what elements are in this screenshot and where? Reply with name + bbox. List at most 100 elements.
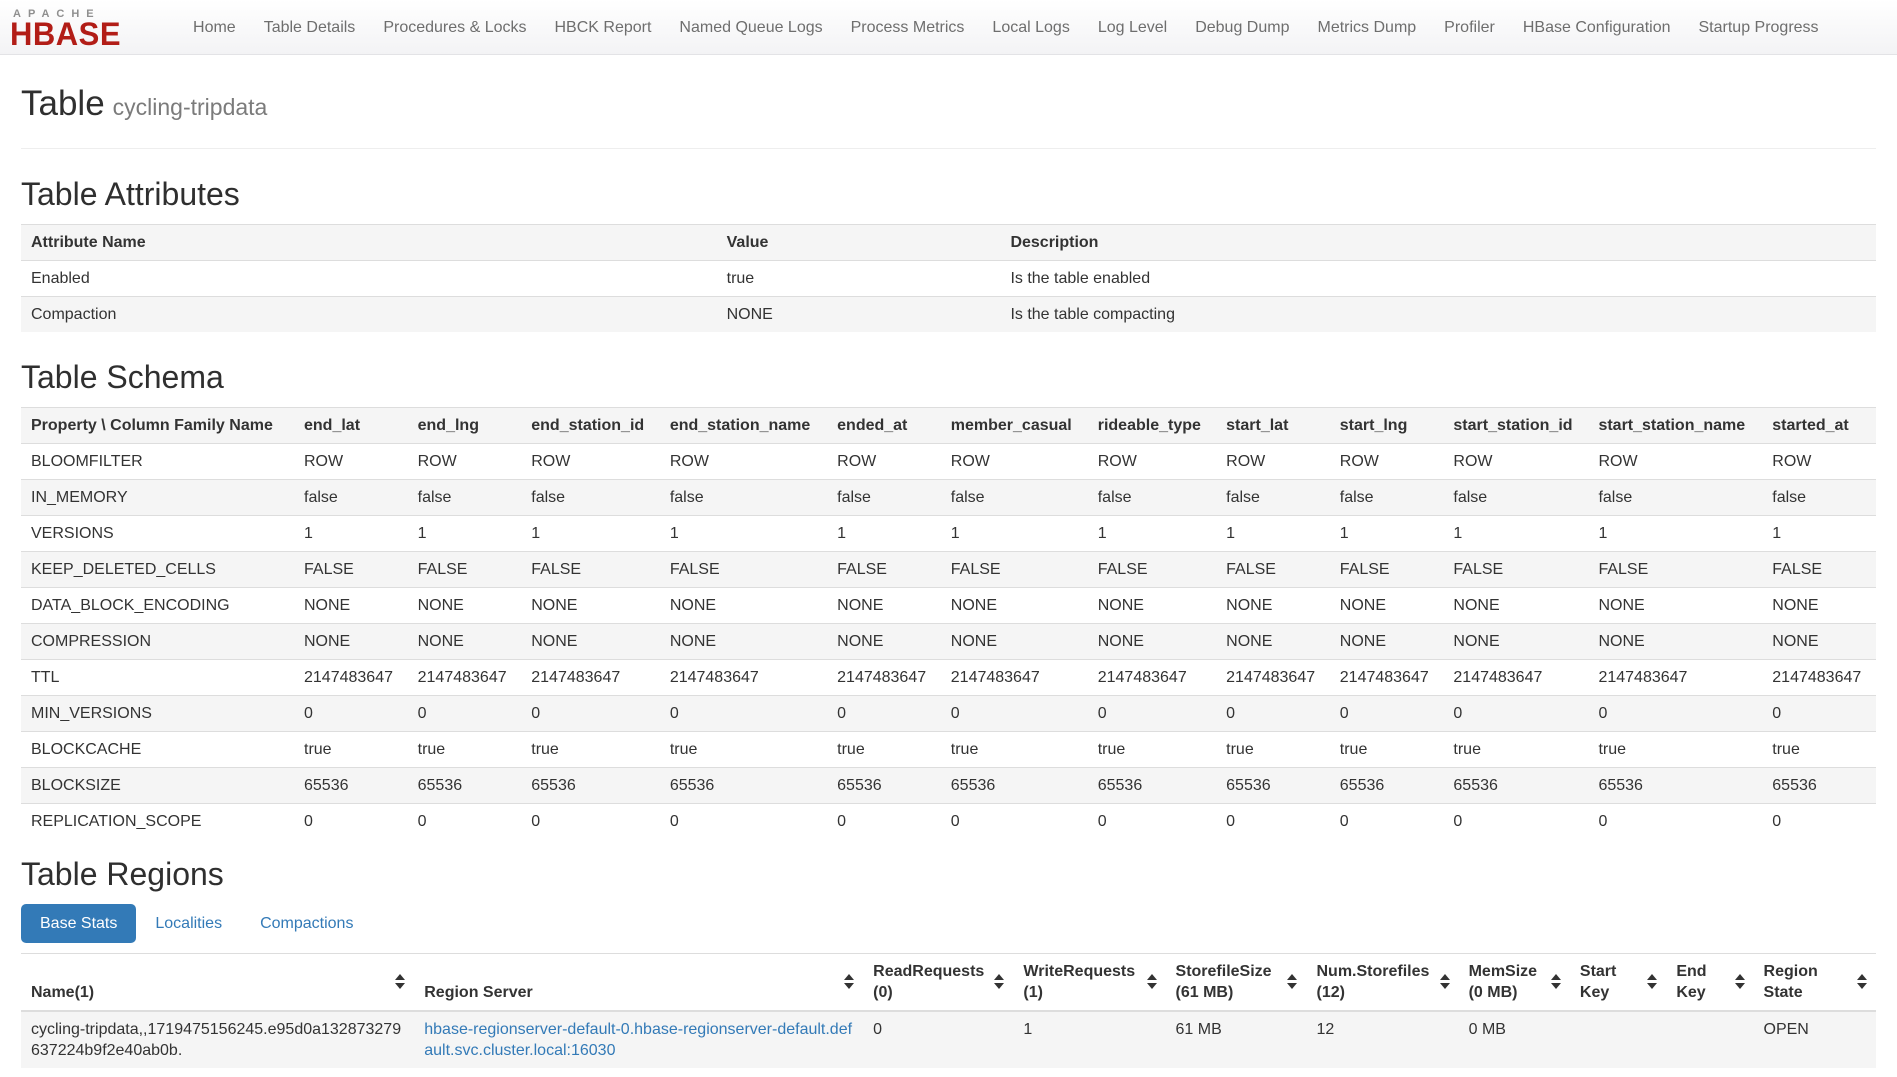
regions-col-name-1[interactable]: Name(1) [21, 953, 414, 1011]
regions-col-writerequests-1[interactable]: WriteRequests (1) [1013, 953, 1165, 1011]
attributes-heading: Table Attributes [21, 175, 1876, 214]
schema-cell: false [408, 479, 522, 515]
regions-col-memsize-0-mb[interactable]: MemSize (0 MB) [1459, 953, 1570, 1011]
schema-cell: 65536 [521, 767, 660, 803]
schema-row-in-memory: IN_MEMORYfalsefalsefalsefalsefalsefalsef… [21, 479, 1876, 515]
schema-cell: 0 [1088, 695, 1216, 731]
nav-link-table-details[interactable]: Table Details [250, 1, 370, 54]
schema-cell: NONE [660, 623, 827, 659]
regions-col-label: Name(1) [31, 984, 94, 1001]
nav-link-process-metrics[interactable]: Process Metrics [837, 1, 979, 54]
schema-cell: 65536 [294, 767, 408, 803]
sort-icon [1551, 974, 1561, 989]
schema-cell: 65536 [1762, 767, 1876, 803]
schema-cell: NONE [408, 623, 522, 659]
schema-cell: 2147483647 [1443, 659, 1588, 695]
schema-cell: ROW [1330, 443, 1444, 479]
schema-cell: 0 [1588, 803, 1762, 839]
regions-table: Name(1) Region ServerReadRequests (0)Writ… [21, 953, 1876, 1068]
nav-link-log-level[interactable]: Log Level [1084, 1, 1181, 54]
hbase-logo[interactable]: APACHE HBASE [10, 7, 121, 47]
schema-cell: FALSE [1088, 551, 1216, 587]
schema-cell: 0 [827, 695, 941, 731]
schema-row-data-block-encoding: DATA_BLOCK_ENCODINGNONENONENONENONENONEN… [21, 587, 1876, 623]
nav-link-metrics-dump[interactable]: Metrics Dump [1303, 1, 1430, 54]
nav-link-hbck-report[interactable]: HBCK Report [541, 1, 666, 54]
schema-cell: FALSE [1443, 551, 1588, 587]
schema-cell: 0 [1088, 803, 1216, 839]
attr-col-value: Value [717, 224, 1001, 260]
regions-col-label: Start Key [1580, 963, 1616, 1001]
schema-heading: Table Schema [21, 358, 1876, 397]
schema-cell: 0 [294, 695, 408, 731]
schema-cell: 2147483647 [660, 659, 827, 695]
schema-cell: 1 [1762, 515, 1876, 551]
nav-item-hbase-configuration: HBase Configuration [1509, 1, 1685, 54]
nav-item-log-level: Log Level [1084, 1, 1181, 54]
schema-cell: 0 [408, 803, 522, 839]
regions-col-region-state[interactable]: Region State [1754, 953, 1876, 1011]
nav-item-debug-dump: Debug Dump [1181, 1, 1303, 54]
sort-up-arrow [1287, 974, 1297, 980]
schema-cell: false [1330, 479, 1444, 515]
regions-col-label: Region State [1764, 963, 1818, 1001]
regions-col-end-key[interactable]: End Key [1666, 953, 1753, 1011]
schema-cell: FALSE [521, 551, 660, 587]
nav-link-local-logs[interactable]: Local Logs [978, 1, 1083, 54]
regions-col-region-server[interactable]: Region Server [414, 953, 863, 1011]
schema-property-name: IN_MEMORY [21, 479, 294, 515]
schema-cell: 0 [1330, 695, 1444, 731]
nav-link-profiler[interactable]: Profiler [1430, 1, 1509, 54]
schema-cell: 1 [1330, 515, 1444, 551]
schema-cell: NONE [1588, 587, 1762, 623]
nav-link-home[interactable]: Home [179, 1, 250, 54]
schema-cell: true [827, 731, 941, 767]
schema-cell: 2147483647 [1762, 659, 1876, 695]
schema-cell: NONE [1762, 623, 1876, 659]
schema-table: Property \ Column Family Nameend_latend_… [21, 407, 1876, 839]
schema-cell: true [1443, 731, 1588, 767]
schema-col-rideable-type: rideable_type [1088, 407, 1216, 443]
schema-cell: true [941, 731, 1088, 767]
regions-col-readrequests-0[interactable]: ReadRequests (0) [863, 953, 1013, 1011]
regions-tab-compactions[interactable]: Compactions [241, 904, 372, 943]
nav-item-profiler: Profiler [1430, 1, 1509, 54]
nav-link-startup-progress[interactable]: Startup Progress [1685, 1, 1833, 54]
regions-tab-item-localities: Localities [136, 904, 241, 943]
sort-icon [994, 974, 1004, 989]
schema-property-name: COMPRESSION [21, 623, 294, 659]
nav-item-metrics-dump: Metrics Dump [1303, 1, 1430, 54]
schema-cell: true [1216, 731, 1330, 767]
attr-cell: Enabled [21, 260, 717, 296]
regions-tabs: Base StatsLocalitiesCompactions [21, 904, 1876, 943]
nav-link-debug-dump[interactable]: Debug Dump [1181, 1, 1303, 54]
schema-cell: FALSE [660, 551, 827, 587]
schema-cell: ROW [521, 443, 660, 479]
schema-cell: false [1762, 479, 1876, 515]
regions-col-num-storefiles-12[interactable]: Num.Storefiles (12) [1306, 953, 1458, 1011]
schema-cell: NONE [660, 587, 827, 623]
schema-property-name: BLOCKCACHE [21, 731, 294, 767]
schema-col-started-at: started_at [1762, 407, 1876, 443]
sort-icon [1287, 974, 1297, 989]
regions-col-label: Num.Storefiles (12) [1316, 963, 1429, 1001]
nav-link-named-queue-logs[interactable]: Named Queue Logs [665, 1, 836, 54]
regions-col-storefilesize-61-mb[interactable]: StorefileSize (61 MB) [1166, 953, 1307, 1011]
schema-cell: false [941, 479, 1088, 515]
schema-cell: ROW [1588, 443, 1762, 479]
regions-tab-localities[interactable]: Localities [136, 904, 241, 943]
schema-cell: 0 [1330, 803, 1444, 839]
schema-cell: false [1216, 479, 1330, 515]
nav-link-hbase-configuration[interactable]: HBase Configuration [1509, 1, 1685, 54]
schema-cell: 1 [827, 515, 941, 551]
regions-tab-base-stats[interactable]: Base Stats [21, 904, 136, 943]
sort-icon [1440, 974, 1450, 989]
table-name: cycling-tripdata [113, 94, 268, 120]
attr-col-attribute-name: Attribute Name [21, 224, 717, 260]
schema-cell: true [1330, 731, 1444, 767]
schema-cell: NONE [1216, 587, 1330, 623]
region-read-requests-cell: 0 [863, 1011, 1013, 1068]
region-server-link[interactable]: hbase-regionserver-default-0.hbase-regio… [424, 1021, 852, 1059]
regions-col-start-key[interactable]: Start Key [1570, 953, 1666, 1011]
nav-link-procedures-locks[interactable]: Procedures & Locks [369, 1, 540, 54]
